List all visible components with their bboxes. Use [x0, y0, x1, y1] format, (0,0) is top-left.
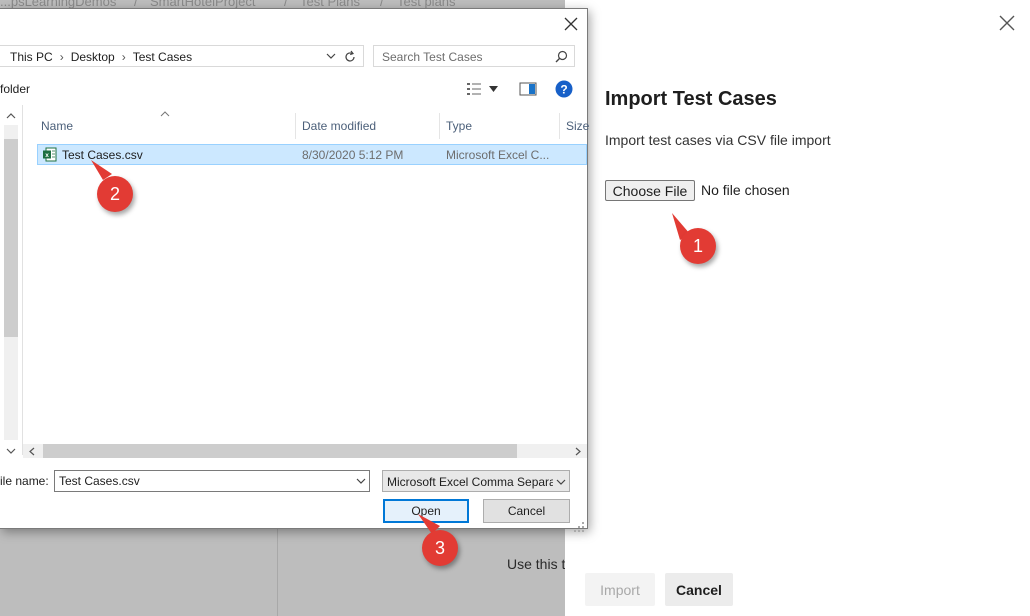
chevron-right-icon: ›	[59, 50, 64, 64]
address-bar[interactable]: This PC › Desktop › Test Cases	[0, 45, 364, 67]
background-hint-text: Use this t	[507, 556, 566, 572]
column-divider[interactable]	[439, 113, 440, 139]
dialog-cancel-button[interactable]: Cancel	[483, 499, 570, 523]
callout-badge-1: 1	[680, 228, 716, 264]
panel-cancel-button[interactable]: Cancel	[665, 573, 733, 606]
column-date-modified[interactable]: Date modified	[302, 119, 376, 133]
address-segment-this-pc[interactable]: This PC	[10, 50, 53, 64]
panel-title: Import Test Cases	[605, 88, 777, 110]
search-input[interactable]: Search Test Cases	[373, 45, 575, 67]
new-folder-button[interactable]: folder	[0, 82, 30, 96]
excel-file-icon: x	[43, 147, 57, 162]
resize-grip-icon[interactable]	[574, 522, 585, 533]
file-type: Microsoft Excel C...	[446, 148, 550, 162]
file-open-dialog: This PC › Desktop › Test Cases Search Test C…	[0, 8, 589, 532]
search-icon	[555, 50, 568, 63]
column-divider[interactable]	[559, 113, 560, 139]
panel-description: Import test cases via CSV file import	[605, 132, 831, 148]
close-icon[interactable]	[996, 12, 1018, 34]
chevron-down-icon	[556, 479, 566, 485]
callout-badge-3: 3	[422, 530, 458, 566]
chevron-right-icon: ›	[121, 50, 126, 64]
chevron-left-icon[interactable]	[28, 447, 36, 456]
column-divider[interactable]	[295, 113, 296, 139]
address-segment-desktop[interactable]: Desktop	[71, 50, 115, 64]
column-name[interactable]: Name	[41, 119, 73, 133]
chevron-down-icon[interactable]	[326, 52, 336, 60]
sort-ascending-icon	[160, 111, 170, 117]
address-path: This PC › Desktop › Test Cases	[10, 50, 192, 64]
file-name-input[interactable]	[54, 470, 370, 492]
chevron-up-icon[interactable]	[6, 112, 16, 120]
chevron-down-icon[interactable]	[6, 447, 16, 455]
search-placeholder: Search Test Cases	[382, 50, 483, 64]
file-name: Test Cases.csv	[62, 148, 143, 162]
address-segment-test-cases[interactable]: Test Cases	[133, 50, 192, 64]
chevron-right-icon[interactable]	[574, 447, 582, 456]
file-row-selected[interactable]: x Test Cases.csv 8/30/2020 5:12 PM Micro…	[37, 144, 587, 165]
import-button[interactable]: Import	[585, 573, 655, 606]
dialog-close-icon[interactable]	[562, 15, 580, 33]
background-divider	[277, 528, 278, 616]
view-options-icon[interactable]	[466, 82, 482, 96]
nav-scroll-thumb[interactable]	[4, 139, 18, 337]
callout-badge-2: 2	[97, 176, 133, 212]
caret-down-icon[interactable]	[489, 86, 498, 92]
file-name-label: ile name:	[0, 474, 49, 488]
refresh-icon[interactable]	[343, 50, 357, 64]
svg-text:x: x	[45, 152, 49, 159]
no-file-chosen-text: No file chosen	[701, 182, 790, 198]
file-type-select[interactable]: Microsoft Excel Comma Separated	[382, 470, 570, 492]
horizontal-scroll-thumb[interactable]	[43, 444, 517, 458]
column-size[interactable]: Size	[566, 119, 589, 133]
choose-file-button[interactable]: Choose File	[605, 180, 695, 201]
file-type-selected: Microsoft Excel Comma Separated	[387, 475, 553, 489]
file-date-modified: 8/30/2020 5:12 PM	[302, 148, 404, 162]
preview-pane-icon[interactable]	[519, 82, 537, 96]
svg-text:?: ?	[560, 83, 567, 97]
column-type[interactable]: Type	[446, 119, 472, 133]
chevron-down-icon[interactable]	[356, 477, 366, 485]
help-icon[interactable]: ?	[555, 80, 573, 98]
open-button[interactable]: Open	[383, 499, 469, 523]
